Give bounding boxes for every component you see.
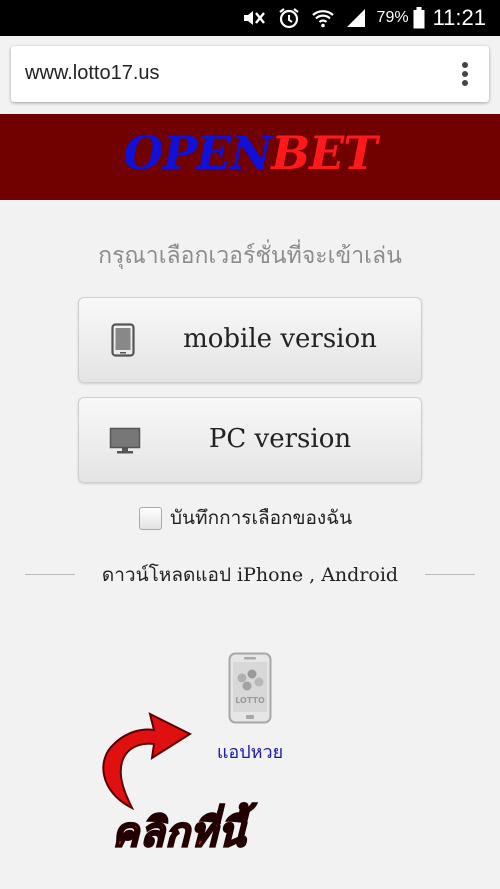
wifi-icon bbox=[311, 7, 335, 29]
tablet-icon bbox=[111, 323, 135, 361]
battery-percent: 79% bbox=[376, 9, 409, 26]
monitor-icon bbox=[109, 427, 141, 459]
site-banner: OPENBET bbox=[0, 114, 500, 200]
remember-choice[interactable]: บันทึกการเลือกของฉัน bbox=[139, 503, 352, 533]
remember-label[interactable]: บันทึกการเลือกของฉัน bbox=[170, 503, 352, 533]
curved-arrow-icon bbox=[92, 700, 212, 814]
app-icon-text: LOTTO bbox=[235, 696, 265, 705]
alarm-icon bbox=[277, 6, 301, 30]
mobile-version-button[interactable]: mobile version bbox=[78, 297, 422, 383]
divider-line-right bbox=[425, 574, 475, 575]
battery-icon bbox=[413, 7, 425, 29]
pc-version-button[interactable]: PC version bbox=[78, 397, 422, 483]
divider-line-left bbox=[25, 574, 75, 575]
openbet-logo[interactable]: OPENBET bbox=[0, 126, 500, 180]
version-prompt: กรุณาเลือกเวอร์ชั่นที่จะเข้าเล่น bbox=[98, 243, 402, 269]
lotto-app-icon[interactable]: LOTTO bbox=[228, 652, 272, 724]
logo-open-text: OPEN bbox=[123, 126, 273, 180]
browser-toolbar: www.lotto17.us bbox=[0, 36, 500, 114]
pc-version-label: PC version bbox=[208, 424, 352, 454]
click-here-text: คลิกที่นี้ bbox=[111, 808, 247, 857]
status-bar: 79% 11:21 bbox=[0, 0, 500, 36]
logo-bet-text: BET bbox=[271, 126, 377, 180]
mute-icon bbox=[241, 7, 267, 29]
download-divider: ดาวน์โหลดแอป iPhone , Android bbox=[25, 560, 475, 588]
clock-time: 11:21 bbox=[432, 5, 486, 30]
mobile-version-label: mobile version bbox=[183, 324, 377, 354]
more-vert-icon[interactable] bbox=[461, 62, 469, 88]
download-text: ดาวน์โหลดแอป iPhone , Android bbox=[101, 564, 399, 586]
remember-checkbox[interactable] bbox=[139, 506, 162, 530]
signal-icon bbox=[345, 7, 367, 29]
address-bar[interactable]: www.lotto17.us bbox=[11, 46, 489, 102]
url-text[interactable]: www.lotto17.us bbox=[25, 62, 160, 85]
